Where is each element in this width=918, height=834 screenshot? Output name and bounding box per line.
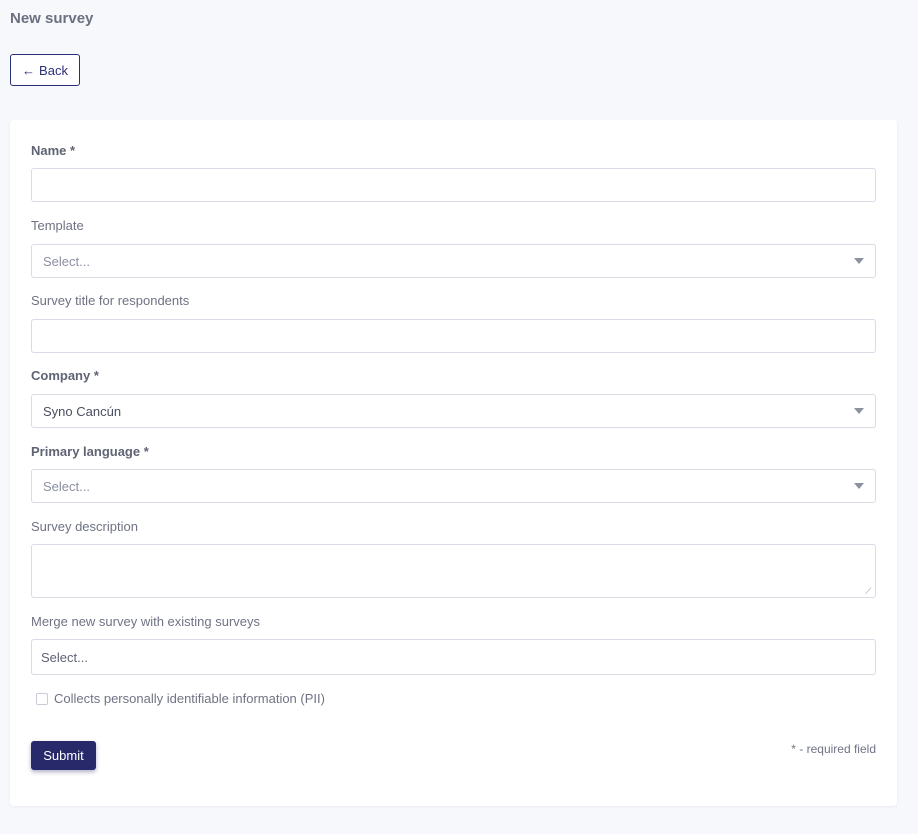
back-button[interactable]: ← Back: [10, 54, 80, 86]
template-placeholder: Select...: [43, 253, 90, 269]
survey-title-label: Survey title for respondents: [31, 293, 190, 308]
pii-label: Collects personally identifiable informa…: [54, 691, 325, 706]
survey-form-card: Name * Template Select... Survey title f…: [10, 120, 897, 806]
template-label: Template: [31, 218, 84, 233]
name-input[interactable]: [31, 168, 876, 202]
description-textarea[interactable]: ⟋: [31, 544, 876, 598]
chevron-down-icon: [854, 258, 864, 264]
description-label: Survey description: [31, 519, 138, 534]
required-field-note: * - required field: [791, 742, 876, 756]
chevron-down-icon: [854, 408, 864, 414]
primary-language-placeholder: Select...: [43, 478, 90, 494]
merge-placeholder: Select...: [41, 649, 88, 665]
pii-checkbox[interactable]: [36, 692, 48, 705]
company-label: Company *: [31, 368, 99, 383]
resize-handle-icon[interactable]: ⟋: [865, 587, 873, 596]
primary-language-select[interactable]: Select...: [31, 469, 876, 503]
survey-title-input[interactable]: [31, 319, 876, 353]
page-title: New survey: [10, 10, 94, 27]
primary-language-label: Primary language *: [31, 444, 149, 459]
back-button-label: Back: [39, 62, 68, 78]
template-select[interactable]: Select...: [31, 244, 876, 278]
submit-button[interactable]: Submit: [31, 741, 96, 770]
chevron-down-icon: [854, 483, 864, 489]
company-value: Syno Cancún: [43, 403, 122, 419]
merge-label: Merge new survey with existing surveys: [31, 614, 261, 629]
arrow-left-icon: ←: [22, 62, 36, 78]
name-label: Name *: [31, 143, 76, 158]
merge-surveys-select[interactable]: Select...: [31, 639, 876, 675]
company-select[interactable]: Syno Cancún: [31, 394, 876, 428]
pii-checkbox-row[interactable]: Collects personally identifiable informa…: [36, 691, 325, 706]
